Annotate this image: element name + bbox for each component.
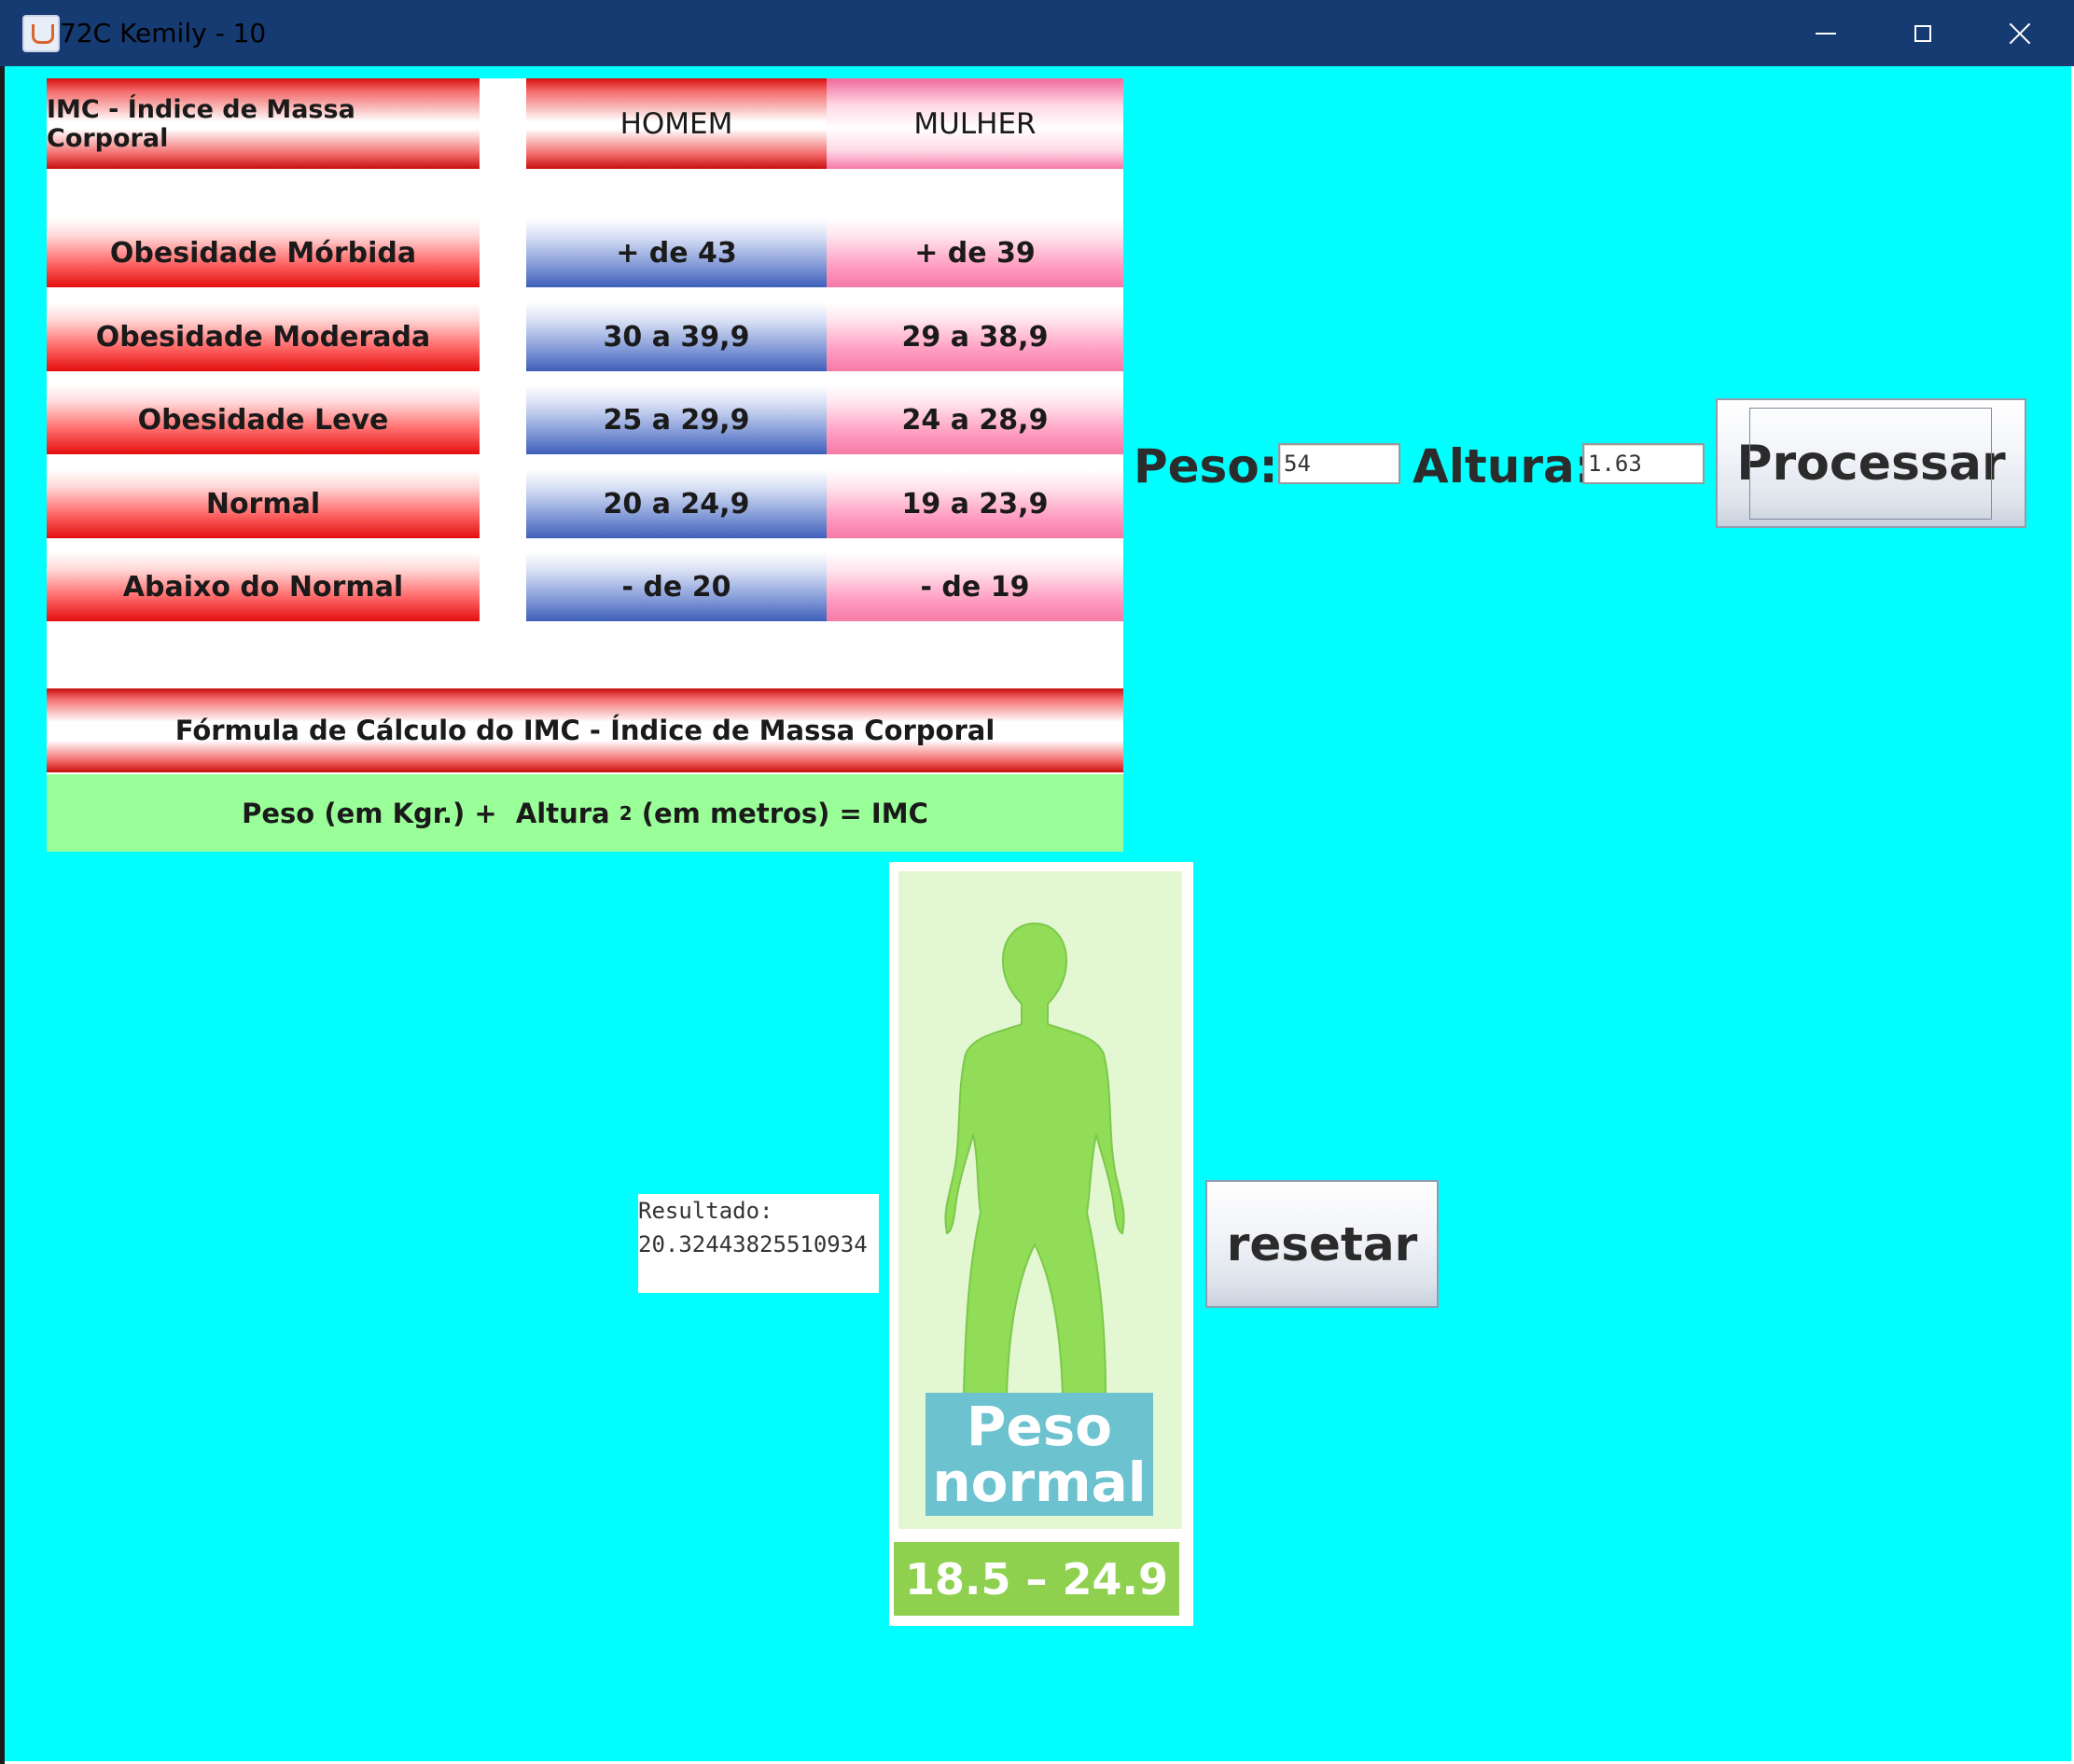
minimize-button[interactable] [1777,0,1874,66]
homem-cell: + de 43 [526,218,827,287]
mulher-cell: 29 a 38,9 [827,302,1123,371]
badge-line2: normal [932,1451,1147,1514]
category-cell: Abaixo do Normal [47,552,480,621]
mulher-cell: + de 39 [827,218,1123,287]
peso-input[interactable] [1278,443,1400,484]
formula-text: Peso (em Kgr.) + Altura 2 (em metros) = … [47,774,1123,852]
category-cell: Normal [47,469,480,538]
maximize-button[interactable] [1874,0,1971,66]
minimize-icon [1816,32,1836,35]
category-cell: Obesidade Mórbida [47,218,480,287]
category-cell: Obesidade Leve [47,385,480,454]
homem-cell: - de 20 [526,552,827,621]
title-bar [0,0,2074,66]
formula-part1: Peso (em Kgr.) + Altura [242,797,619,829]
processar-button[interactable]: Processar [1716,398,2026,528]
result-label: Resultado: [638,1198,773,1224]
mulher-cell: 19 a 23,9 [827,469,1123,538]
peso-label: Peso: [1134,439,1278,493]
header-mulher: MULHER [827,78,1123,169]
maximize-icon [1914,24,1931,42]
result-value: 20.32443825510934 [638,1231,868,1257]
header-homem: HOMEM [526,78,827,169]
peso-normal-badge: Peso normal [926,1393,1153,1516]
formula-part2: (em metros) = IMC [632,797,928,829]
window-title: 72C Kemily - 10 [60,18,267,49]
imc-table-image: IMC - Índice de Massa Corporal HOMEM MUL… [47,78,1123,852]
bmi-range-bar: 18.5 – 24.9 [894,1542,1179,1616]
result-panel: Resultado: 20.32443825510934 [638,1194,879,1293]
table-title: IMC - Índice de Massa Corporal [47,78,480,169]
altura-label: Altura: [1413,439,1594,493]
close-icon [2009,22,2031,45]
person-silhouette-icon [944,922,1125,1394]
close-button[interactable] [1971,0,2068,66]
altura-input[interactable] [1582,443,1705,484]
badge-line1: Peso [966,1395,1113,1458]
resetar-button[interactable]: resetar [1205,1180,1439,1308]
focus-ring [1749,408,1992,520]
category-cell: Obesidade Moderada [47,302,480,371]
mulher-cell: 24 a 28,9 [827,385,1123,454]
mulher-cell: - de 19 [827,552,1123,621]
formula-exponent: 2 [619,801,633,825]
homem-cell: 30 a 39,9 [526,302,827,371]
homem-cell: 25 a 29,9 [526,385,827,454]
homem-cell: 20 a 24,9 [526,469,827,538]
resetar-label: resetar [1226,1216,1418,1271]
formula-title: Fórmula de Cálculo do IMC - Índice de Ma… [47,688,1123,772]
java-cup-icon [22,15,60,52]
